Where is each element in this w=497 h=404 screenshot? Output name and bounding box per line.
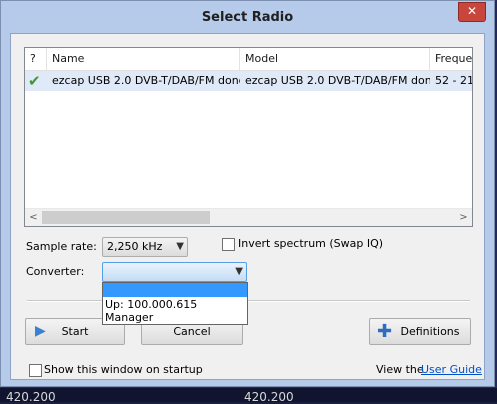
dropdown-item-manager[interactable]: Manager <box>105 311 153 324</box>
dropdown-item-up-converter[interactable]: Up: 100.000.615 <box>105 298 197 311</box>
dropdown-item-selected[interactable] <box>103 283 247 297</box>
converter-dropdown-list[interactable]: Up: 100.000.615 Manager <box>102 282 248 325</box>
invert-spectrum-label[interactable]: Invert spectrum (Swap IQ) <box>238 237 383 250</box>
column-header-status[interactable]: ? <box>25 48 47 70</box>
converter-label: Converter: <box>26 265 85 278</box>
column-header-name[interactable]: Name <box>47 48 240 70</box>
play-icon: ▶ <box>35 323 46 339</box>
cancel-label: Cancel <box>173 325 211 338</box>
close-icon: ✕ <box>466 4 478 18</box>
definitions-label: Definitions <box>400 325 460 338</box>
sample-rate-select[interactable]: 2,250 kHz ▼ <box>102 237 188 257</box>
dialog-title: Select Radio <box>201 10 294 25</box>
plus-icon: ✚ <box>377 321 393 342</box>
chevron-down-icon: ▼ <box>176 241 184 252</box>
scrollbar-thumb[interactable] <box>42 211 210 224</box>
start-label: Start <box>61 325 89 338</box>
sample-rate-label: Sample rate: <box>26 240 97 253</box>
horizontal-scrollbar[interactable]: < > <box>25 208 472 226</box>
table-row[interactable]: ✔ ezcap USB 2.0 DVB-T/DAB/FM dongle ezca… <box>25 71 472 91</box>
column-header-model[interactable]: Model <box>240 48 430 70</box>
scroll-right-icon[interactable]: > <box>455 209 472 226</box>
row-model: ezcap USB 2.0 DVB-T/DAB/FM dongle <box>245 74 430 87</box>
invert-spectrum-checkbox[interactable] <box>222 238 235 251</box>
select-radio-dialog: Select Radio ✕ ? Name Model Frequer ✔ ez… <box>0 0 495 387</box>
user-guide-link[interactable]: User Guide <box>421 363 482 376</box>
show-on-startup-checkbox[interactable] <box>29 364 42 377</box>
title-bar[interactable]: Select Radio ✕ <box>1 1 494 33</box>
checkmark-icon: ✔ <box>28 72 41 90</box>
separator <box>27 300 470 302</box>
converter-select[interactable]: ▼ <box>102 262 247 282</box>
show-on-startup-label[interactable]: Show this window on startup <box>44 363 203 376</box>
list-header: ? Name Model Frequer <box>25 48 472 71</box>
row-name: ezcap USB 2.0 DVB-T/DAB/FM dongle <box>52 74 240 87</box>
column-header-frequency[interactable]: Frequer <box>430 48 472 70</box>
definitions-button[interactable]: ✚ Definitions <box>369 318 471 345</box>
view-the-text: View the <box>376 363 424 376</box>
close-button[interactable]: ✕ <box>458 2 486 22</box>
scroll-left-icon[interactable]: < <box>25 209 42 226</box>
radio-list[interactable]: ? Name Model Frequer ✔ ezcap USB 2.0 DVB… <box>24 47 473 227</box>
chevron-down-icon: ▼ <box>235 266 243 277</box>
sample-rate-value: 2,250 kHz <box>107 240 163 253</box>
dialog-body: ? Name Model Frequer ✔ ezcap USB 2.0 DVB… <box>10 33 485 380</box>
row-frequency: 52 - 21 <box>435 74 473 87</box>
